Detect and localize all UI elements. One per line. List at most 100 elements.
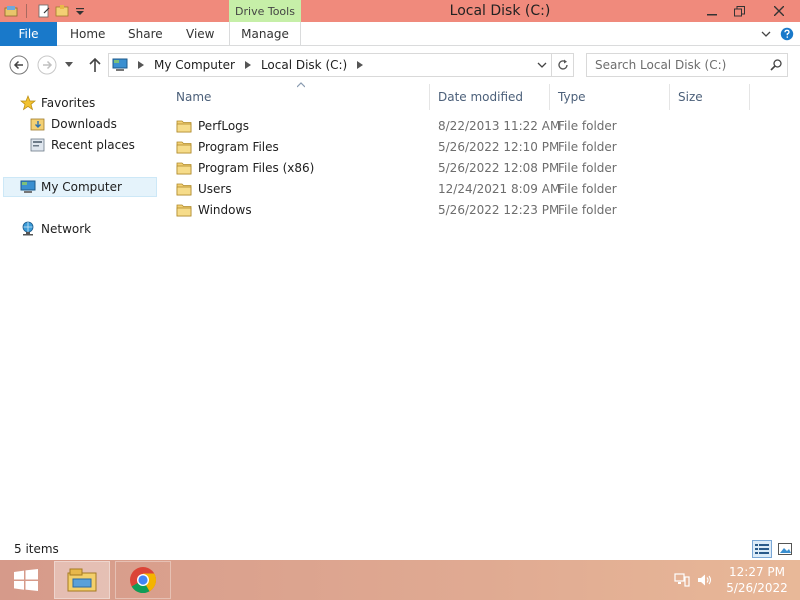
- file-date: 5/26/2022 12:23 PM: [438, 202, 560, 217]
- up-button[interactable]: [85, 55, 105, 75]
- search-button[interactable]: [765, 54, 787, 76]
- chevron-down-icon: [65, 62, 73, 67]
- table-row[interactable]: Program Files (x86) 5/26/2022 12:08 PM Fil…: [168, 157, 800, 178]
- taskbar-file-explorer[interactable]: [54, 561, 110, 599]
- taskbar-clock[interactable]: 12:27 PM 5/26/2022: [716, 563, 798, 597]
- file-name: Program Files (x86): [198, 160, 315, 175]
- breadcrumb-separator-icon[interactable]: [136, 60, 146, 70]
- explorer-app-icon[interactable]: [4, 4, 18, 18]
- taskbar-chrome[interactable]: [115, 561, 171, 599]
- large-icons-view-button[interactable]: [775, 540, 795, 558]
- nav-item-recent-places[interactable]: Recent places: [30, 135, 135, 155]
- file-date: 5/26/2022 12:08 PM: [438, 160, 560, 175]
- nav-item-label: Network: [41, 222, 92, 236]
- clock-date: 5/26/2022: [726, 581, 788, 595]
- search-input[interactable]: [587, 54, 763, 76]
- tab-manage[interactable]: Manage: [229, 22, 301, 46]
- table-row[interactable]: Program Files 5/26/2022 12:10 PM File fold…: [168, 136, 800, 157]
- nav-item-label: Recent places: [51, 138, 135, 152]
- volume-tray-button[interactable]: [695, 560, 715, 600]
- help-button[interactable]: [778, 22, 796, 46]
- file-type: File folder: [558, 181, 617, 196]
- breadcrumb-my-computer[interactable]: My Computer: [154, 58, 235, 72]
- minimize-button[interactable]: [697, 0, 727, 22]
- quick-access-toolbar: [0, 0, 87, 22]
- drive-tools-group-label: Drive Tools: [229, 0, 301, 22]
- column-header-size[interactable]: Size: [670, 84, 750, 110]
- close-icon: [774, 6, 784, 16]
- item-count: 5 items: [14, 542, 59, 556]
- up-arrow-icon: [89, 57, 101, 72]
- nav-item-favorites[interactable]: Favorites: [20, 93, 95, 113]
- tab-view[interactable]: View: [186, 22, 214, 46]
- tab-home[interactable]: Home: [70, 22, 105, 46]
- nav-item-label: My Computer: [41, 180, 122, 194]
- restore-icon: [733, 5, 745, 16]
- file-name: Program Files: [198, 139, 279, 154]
- sort-ascending-icon: [297, 82, 305, 88]
- file-list: Name Date modified Type Size PerfLogs 8/2…: [168, 82, 800, 538]
- column-header-label: Size: [678, 90, 703, 104]
- clock-time: 12:27 PM: [729, 565, 785, 579]
- expand-ribbon-button[interactable]: [758, 22, 774, 46]
- address-divider: [551, 54, 552, 76]
- downloads-folder-icon: [30, 116, 46, 132]
- tab-share[interactable]: Share: [128, 22, 163, 46]
- forward-button[interactable]: [37, 55, 57, 75]
- column-header-name[interactable]: Name: [168, 82, 430, 110]
- forward-arrow-icon: [37, 55, 57, 75]
- address-history-button[interactable]: [533, 54, 551, 76]
- nav-item-downloads[interactable]: Downloads: [30, 114, 117, 134]
- file-name-cell: Program Files (x86): [176, 157, 314, 178]
- star-icon: [20, 95, 36, 111]
- recent-locations-button[interactable]: [62, 55, 76, 75]
- folder-icon: [176, 162, 192, 174]
- breadcrumb-local-disk[interactable]: Local Disk (C:): [261, 58, 347, 72]
- column-header-type[interactable]: Type: [550, 84, 670, 110]
- minimize-icon: [707, 14, 717, 16]
- refresh-icon: [558, 59, 568, 70]
- column-header-date-modified[interactable]: Date modified: [430, 84, 550, 110]
- folder-icon: [176, 141, 192, 153]
- table-row[interactable]: Windows 5/26/2022 12:23 PM File folder: [168, 199, 800, 220]
- details-view-button[interactable]: [752, 540, 772, 558]
- address-bar[interactable]: My Computer Local Disk (C:): [108, 53, 574, 77]
- close-button[interactable]: [758, 0, 800, 22]
- network-icon: [20, 221, 36, 237]
- new-folder-icon[interactable]: [55, 4, 69, 18]
- network-tray-button[interactable]: [672, 560, 692, 600]
- nav-item-my-computer[interactable]: My Computer: [3, 177, 157, 197]
- column-header-label: Date modified: [438, 90, 524, 104]
- window-title: Local Disk (C:): [449, 3, 551, 19]
- navigation-pane: Favorites Downloads Recent places My Com…: [0, 84, 160, 538]
- file-name: PerfLogs: [198, 118, 250, 133]
- nav-item-label: Favorites: [41, 96, 96, 110]
- back-arrow-icon: [9, 55, 29, 75]
- chrome-icon: [130, 567, 157, 594]
- table-row[interactable]: PerfLogs 8/22/2013 11:22 AM File folder: [168, 115, 800, 136]
- customize-qat-icon[interactable]: [73, 4, 87, 18]
- folder-icon: [176, 120, 192, 132]
- breadcrumb-separator-icon[interactable]: [355, 60, 365, 70]
- qat-separator: [26, 4, 27, 18]
- refresh-button[interactable]: [553, 54, 573, 76]
- breadcrumb: My Computer Local Disk (C:): [109, 54, 373, 76]
- large-icons-view-icon: [778, 543, 792, 555]
- properties-icon[interactable]: [37, 4, 51, 18]
- tab-file[interactable]: File: [0, 22, 57, 46]
- nav-item-network[interactable]: Network: [20, 219, 91, 239]
- restore-button[interactable]: [724, 0, 754, 22]
- folder-icon: [176, 204, 192, 216]
- file-name-cell: Users: [176, 178, 232, 199]
- folder-icon: [176, 183, 192, 195]
- table-row[interactable]: Users 12/24/2021 8:09 AM File folder: [168, 178, 800, 199]
- file-type: File folder: [558, 139, 617, 154]
- search-box[interactable]: [586, 53, 788, 77]
- file-type: File folder: [558, 160, 617, 175]
- title-bar: Drive Tools Local Disk (C:): [0, 0, 800, 22]
- nav-item-label: Downloads: [51, 117, 117, 131]
- file-type: File folder: [558, 118, 617, 133]
- back-button[interactable]: [9, 55, 29, 75]
- breadcrumb-separator-icon[interactable]: [243, 60, 253, 70]
- start-button[interactable]: [0, 560, 52, 600]
